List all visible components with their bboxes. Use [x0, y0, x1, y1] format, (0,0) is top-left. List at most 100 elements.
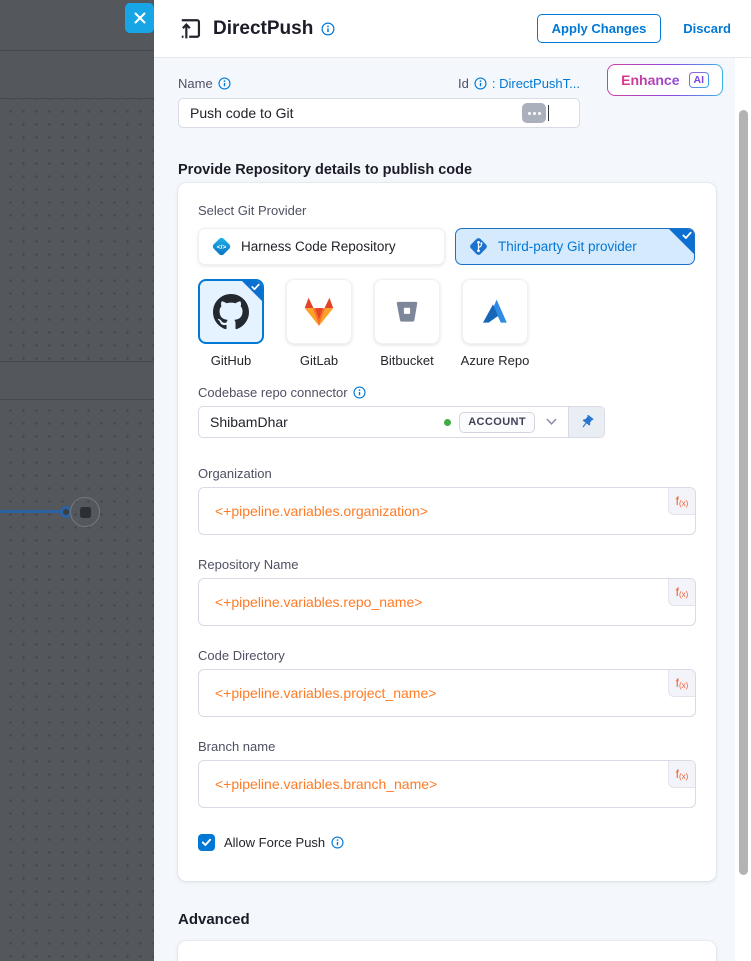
- fx-expression-button[interactable]: f(x): [668, 488, 695, 515]
- canvas-divider: [0, 98, 154, 99]
- connector-select[interactable]: ShibamDhar ACCOUNT: [198, 406, 605, 438]
- field-label: Repository Name: [198, 557, 696, 572]
- name-options-button[interactable]: [522, 103, 546, 123]
- organization-input[interactable]: [198, 487, 696, 535]
- force-push-checkbox[interactable]: [198, 834, 215, 851]
- close-drawer-button[interactable]: [125, 3, 154, 33]
- git-provider-options: </> Harness Code Repository Third-party …: [198, 228, 696, 265]
- connector-label: Codebase repo connector: [198, 385, 348, 400]
- expression-input-wrap: f(x): [198, 487, 696, 535]
- id-group: Id : DirectPushT...: [458, 76, 580, 91]
- check-icon: [251, 283, 260, 291]
- repository-name-input[interactable]: [198, 578, 696, 626]
- connector-info-icon[interactable]: [353, 386, 366, 399]
- force-push-row: Allow Force Push: [198, 834, 696, 851]
- svg-text:</>: </>: [217, 244, 227, 251]
- tile-label: Bitbucket: [380, 353, 433, 368]
- select-git-provider-label: Select Git Provider: [198, 203, 696, 218]
- git-branch-icon: [468, 236, 489, 257]
- chevron-down-icon[interactable]: [546, 418, 557, 426]
- name-input-wrap: [178, 98, 580, 128]
- github-icon: [213, 294, 249, 330]
- harness-code-icon: </>: [211, 236, 232, 257]
- field-code-directory: Code Directory f(x): [198, 648, 696, 717]
- id-label: Id: [458, 76, 469, 91]
- field-repository-name: Repository Name f(x): [198, 557, 696, 626]
- field-organization: Organization f(x): [198, 466, 696, 535]
- stop-icon: [80, 507, 91, 518]
- stage-band: [0, 361, 154, 400]
- text-caret: [548, 105, 549, 121]
- field-label: Code Directory: [198, 648, 696, 663]
- provider-azure-repo: Azure Repo: [462, 279, 528, 368]
- code-directory-input[interactable]: [198, 669, 696, 717]
- name-label: Name: [178, 76, 213, 91]
- connector-status-dot: [444, 419, 451, 426]
- field-label: Organization: [198, 466, 696, 481]
- tile-label: GitHub: [211, 353, 251, 368]
- advanced-card: [178, 941, 716, 961]
- name-id-row: Name Id : DirectPushT...: [178, 75, 580, 91]
- enhance-ai-button[interactable]: Enhance AI: [607, 64, 723, 96]
- bitbucket-tile[interactable]: [374, 279, 440, 344]
- pin-icon: [578, 414, 595, 431]
- fx-sub: (x): [679, 499, 688, 508]
- canvas-dot-grid: [0, 98, 154, 961]
- gitlab-icon: [302, 295, 336, 329]
- git-provider-tiles: GitHub GitLab: [198, 279, 696, 368]
- name-info-icon[interactable]: [218, 77, 231, 90]
- pin-connector-button[interactable]: [568, 407, 604, 437]
- branch-name-input[interactable]: [198, 760, 696, 808]
- canvas-divider: [0, 50, 154, 51]
- pipeline-edge: [0, 510, 62, 513]
- enhance-label: Enhance: [621, 72, 679, 88]
- azure-repo-icon: [479, 296, 511, 328]
- step-config-drawer: DirectPush Apply Changes Discard Enhance…: [154, 0, 751, 961]
- advanced-heading: Advanced: [178, 911, 735, 928]
- field-label: Branch name: [198, 739, 696, 754]
- force-push-info-icon[interactable]: [331, 836, 344, 849]
- drawer-header: DirectPush Apply Changes Discard: [154, 0, 751, 58]
- fx-sub: (x): [679, 772, 688, 781]
- name-input[interactable]: [178, 98, 580, 128]
- option-label: Harness Code Repository: [241, 239, 396, 254]
- gitlab-tile[interactable]: [286, 279, 352, 344]
- id-info-icon[interactable]: [474, 77, 487, 90]
- header-actions: Apply Changes Discard: [537, 14, 731, 43]
- provider-bitbucket: Bitbucket: [374, 279, 440, 368]
- bitbucket-icon: [392, 297, 422, 327]
- step-title: DirectPush: [213, 18, 313, 40]
- expression-input-wrap: f(x): [198, 669, 696, 717]
- tile-label: Azure Repo: [461, 353, 530, 368]
- drawer-body: Enhance AI Name Id : DirectPush: [154, 58, 735, 961]
- scrollbar-thumb[interactable]: [739, 110, 748, 875]
- field-branch-name: Branch name f(x): [198, 739, 696, 808]
- check-icon: [201, 838, 212, 847]
- check-icon: [682, 231, 692, 240]
- discard-button[interactable]: Discard: [683, 21, 731, 36]
- scrollbar-track[interactable]: [735, 58, 751, 961]
- tile-label: GitLab: [300, 353, 338, 368]
- fx-expression-button[interactable]: f(x): [668, 670, 695, 697]
- fx-expression-button[interactable]: f(x): [668, 761, 695, 788]
- azure-repo-tile[interactable]: [462, 279, 528, 344]
- repo-details-card: Select Git Provider </> Harness Code Rep…: [178, 183, 716, 881]
- option-harness-code-repository[interactable]: </> Harness Code Repository: [198, 228, 445, 265]
- provider-github: GitHub: [198, 279, 264, 368]
- fx-expression-button[interactable]: f(x): [668, 579, 695, 606]
- name-label-group: Name: [178, 76, 231, 91]
- selected-corner-check: [668, 228, 695, 255]
- id-value[interactable]: : DirectPushT...: [492, 76, 580, 91]
- expression-input-wrap: f(x): [198, 760, 696, 808]
- direct-push-step-icon: [178, 16, 203, 41]
- step-info-icon[interactable]: [321, 22, 335, 36]
- apply-changes-button[interactable]: Apply Changes: [537, 14, 662, 43]
- scope-badge: ACCOUNT: [459, 412, 535, 433]
- expression-input-wrap: f(x): [198, 578, 696, 626]
- ai-badge: AI: [689, 72, 710, 88]
- force-push-label-group: Allow Force Push: [224, 835, 344, 850]
- pipeline-canvas: [0, 0, 154, 961]
- option-third-party-git[interactable]: Third-party Git provider: [455, 228, 695, 265]
- force-push-label: Allow Force Push: [224, 835, 325, 850]
- github-tile[interactable]: [198, 279, 264, 344]
